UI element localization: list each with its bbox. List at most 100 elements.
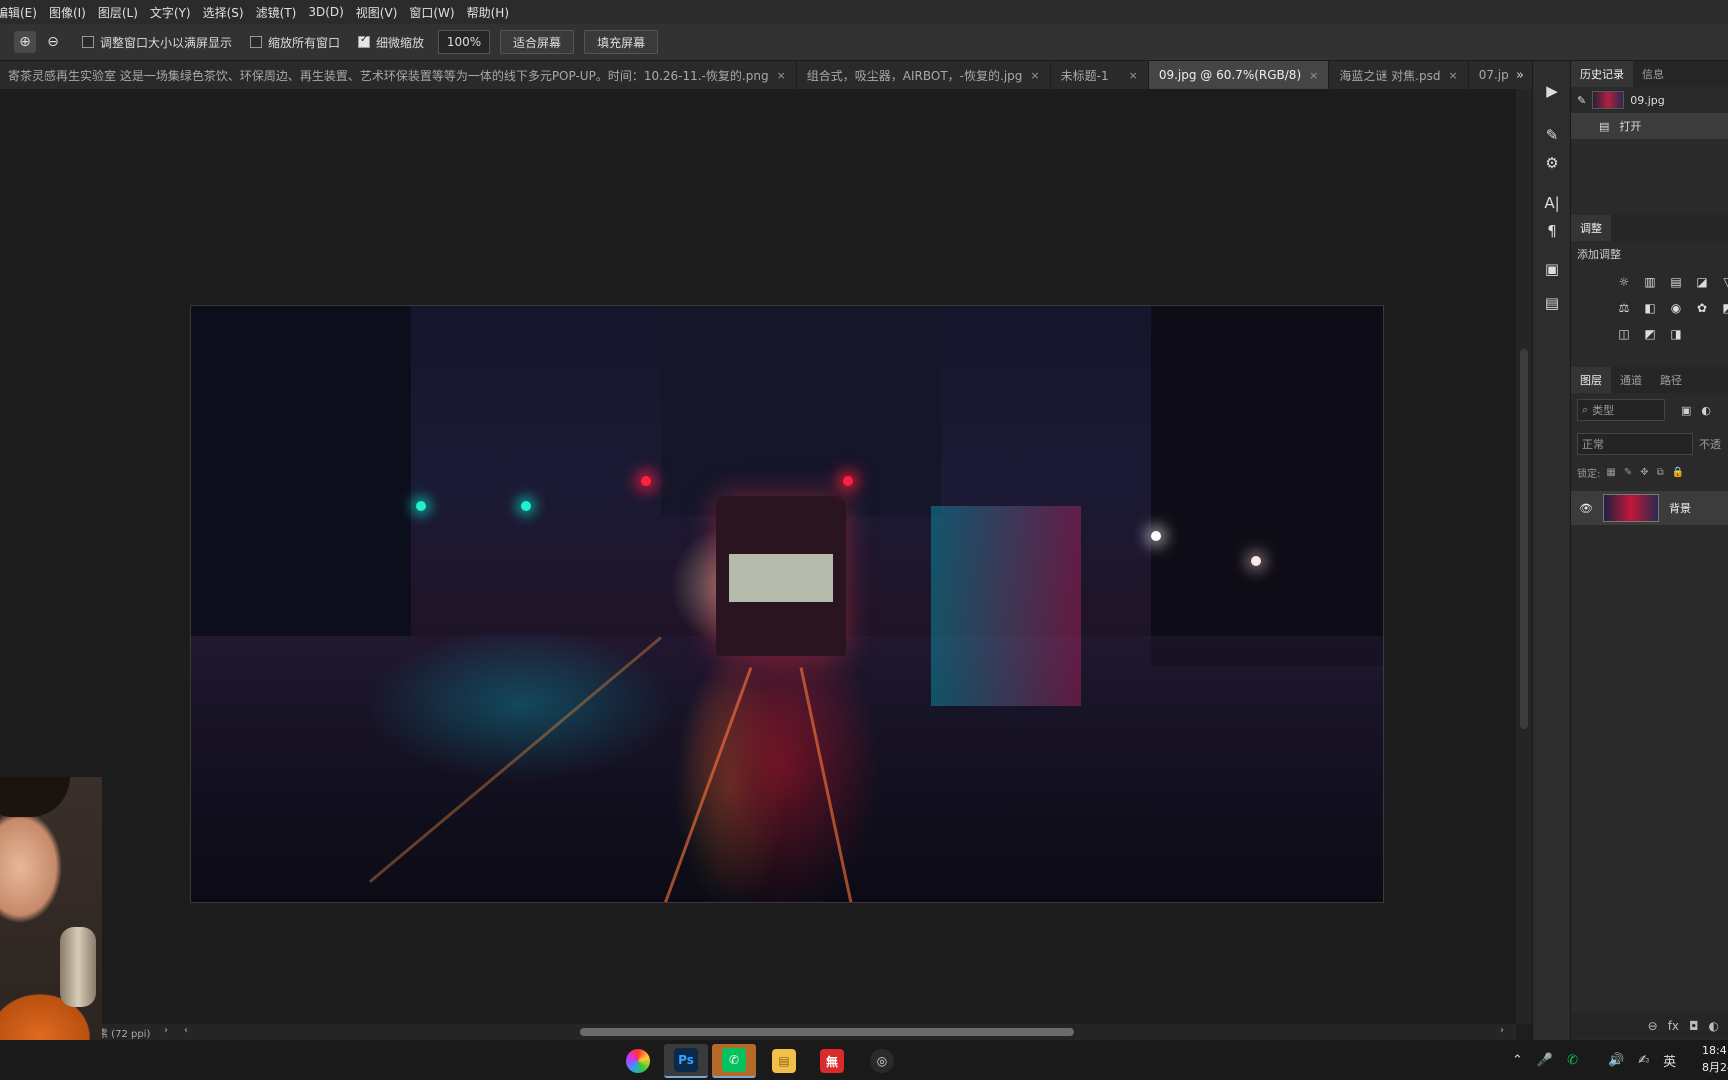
wechat-tray-icon[interactable]: ✆: [1567, 1053, 1578, 1068]
lock-transparent-icon[interactable]: ▦: [1606, 467, 1615, 478]
tab-info[interactable]: 信息: [1633, 61, 1673, 87]
close-icon[interactable]: ×: [1309, 69, 1318, 82]
taskbar-netease[interactable]: 無: [810, 1044, 854, 1078]
black-white-icon[interactable]: ◧: [1641, 299, 1659, 317]
opacity-label: 不透: [1699, 438, 1721, 451]
tab-history[interactable]: 历史记录: [1571, 61, 1633, 87]
volume-icon[interactable]: 🔊: [1608, 1053, 1624, 1068]
scroll-left-icon[interactable]: ‹: [184, 1025, 188, 1036]
play-action-icon[interactable]: ▶: [1533, 79, 1571, 103]
blend-mode-value: 正常: [1582, 438, 1604, 451]
photo-filter-icon[interactable]: ◉: [1667, 299, 1685, 317]
image-filter-icon[interactable]: ▣: [1681, 404, 1691, 417]
lock-all-icon[interactable]: 🔒: [1672, 467, 1684, 478]
character-icon[interactable]: A|: [1533, 191, 1571, 215]
fill-screen-button[interactable]: 填充屏幕: [584, 30, 659, 54]
brush-settings-icon[interactable]: ✎: [1533, 123, 1571, 147]
taskbar-wechat[interactable]: ✆: [712, 1044, 756, 1078]
adjustment-filter-icon[interactable]: ◐: [1701, 404, 1711, 417]
libraries-icon[interactable]: ▤: [1533, 291, 1571, 315]
swatches-icon[interactable]: ▣: [1533, 257, 1571, 281]
pen-icon[interactable]: ✍: [1638, 1053, 1649, 1068]
tab-channels[interactable]: 通道: [1611, 367, 1651, 393]
document-image[interactable]: [190, 305, 1384, 903]
taskbar-color-app[interactable]: [616, 1044, 660, 1078]
tab-layers[interactable]: 图层: [1571, 367, 1611, 393]
clock[interactable]: 18:4 8月24: [1702, 1042, 1728, 1076]
menu-type[interactable]: 文字(Y): [144, 4, 197, 21]
tab-document-active[interactable]: 09.jpg @ 60.7%(RGB/8) ×: [1148, 61, 1330, 89]
tab-paths[interactable]: 路径: [1651, 367, 1691, 393]
selective-color-icon[interactable]: ◨: [1667, 325, 1685, 343]
taskbar-photoshop[interactable]: Ps: [664, 1044, 708, 1078]
close-icon[interactable]: ×: [1448, 69, 1457, 82]
zoom-percent-field[interactable]: 100%: [438, 30, 491, 54]
vertical-scrollbar[interactable]: [1516, 89, 1532, 1024]
lock-artboard-icon[interactable]: ⧉: [1657, 467, 1664, 478]
microphone-icon[interactable]: 🎤: [1537, 1053, 1553, 1068]
layer-row-background[interactable]: 👁 背景: [1571, 491, 1728, 525]
fx-icon[interactable]: fx: [1668, 1019, 1679, 1033]
vibrance-icon[interactable]: ▽: [1719, 273, 1728, 291]
input-method-indicator[interactable]: 英: [1663, 1051, 1676, 1070]
channel-mixer-icon[interactable]: ✿: [1693, 299, 1711, 317]
history-item[interactable]: ▤ 打开: [1571, 113, 1728, 139]
threshold-icon[interactable]: ◫: [1615, 325, 1633, 343]
scrubby-zoom-label: 细微缩放: [376, 35, 425, 50]
history-snapshot[interactable]: ✎ 09.jpg: [1571, 87, 1728, 113]
lock-paint-icon[interactable]: ✎: [1624, 467, 1632, 478]
taskbar-file-explorer[interactable]: ▤: [762, 1044, 806, 1078]
tab-document-3[interactable]: 未标题-1 ×: [1051, 61, 1149, 89]
menu-view[interactable]: 视图(V): [350, 4, 404, 21]
lock-position-icon[interactable]: ✥: [1640, 467, 1648, 478]
folder-icon: ▤: [772, 1049, 796, 1073]
zoom-out-icon[interactable]: ⊖: [42, 31, 64, 53]
resize-windows-checkbox[interactable]: 调整窗口大小以满屏显示: [82, 34, 232, 51]
link-layers-icon[interactable]: ⊖: [1648, 1019, 1658, 1033]
tab-adjustments[interactable]: 调整: [1571, 215, 1611, 241]
close-icon[interactable]: ×: [1129, 69, 1138, 82]
chevron-up-icon[interactable]: ⌃: [1512, 1053, 1523, 1068]
eye-icon[interactable]: 👁: [1579, 502, 1593, 515]
color-balance-icon[interactable]: ⚖: [1615, 299, 1633, 317]
menu-layer[interactable]: 图层(L): [92, 4, 144, 21]
menu-edit[interactable]: 编辑(E): [0, 4, 43, 21]
chevron-right-icon[interactable]: ›: [164, 1025, 168, 1036]
new-adjustment-icon[interactable]: ◐: [1709, 1019, 1719, 1033]
menu-window[interactable]: 窗口(W): [403, 4, 460, 21]
brightness-icon[interactable]: ☼: [1615, 273, 1633, 291]
zoom-in-icon[interactable]: ⊕: [14, 31, 36, 53]
search-icon: ⌕: [1582, 403, 1589, 416]
color-wheel-icon: [626, 1049, 650, 1073]
tab-document-5[interactable]: 海蓝之谜 对焦.psd ×: [1329, 61, 1469, 89]
tab-document-1[interactable]: 寄茶灵感再生实验室 这是一场集绿色茶饮、环保周边、再生装置、艺术环保装置等等为一…: [0, 61, 797, 89]
horizontal-scrollbar-thumb[interactable]: [580, 1028, 1074, 1036]
gradient-map-icon[interactable]: ◩: [1641, 325, 1659, 343]
close-icon[interactable]: ×: [1030, 69, 1039, 82]
levels-icon[interactable]: ▥: [1641, 273, 1659, 291]
zoom-all-checkbox[interactable]: 缩放所有窗口: [250, 34, 340, 51]
menu-filter[interactable]: 滤镜(T): [250, 4, 303, 21]
add-mask-icon[interactable]: ◘: [1689, 1019, 1699, 1033]
paragraph-icon[interactable]: ¶: [1533, 219, 1571, 243]
fit-screen-button[interactable]: 适合屏幕: [500, 30, 575, 54]
layer-filter-row: ⌕ 类型 ▣ ◐: [1571, 393, 1728, 427]
invert-icon[interactable]: ◩: [1719, 299, 1728, 317]
menu-image[interactable]: 图像(I): [43, 4, 92, 21]
layers-bottom-bar: ⊖ fx ◘ ◐: [1571, 1013, 1728, 1039]
exposure-icon[interactable]: ◪: [1693, 273, 1711, 291]
layer-filter-dropdown[interactable]: ⌕ 类型: [1577, 399, 1665, 421]
menu-select[interactable]: 选择(S): [197, 4, 250, 21]
close-icon[interactable]: ×: [777, 69, 786, 82]
menu-3d[interactable]: 3D(D): [302, 5, 349, 19]
scrubby-zoom-checkbox[interactable]: 细微缩放: [358, 34, 424, 51]
tab-overflow-icon[interactable]: »: [1508, 61, 1532, 89]
scroll-right-icon[interactable]: ›: [1500, 1025, 1504, 1036]
menu-help[interactable]: 帮助(H): [461, 4, 515, 21]
taskbar-obs[interactable]: ◎: [860, 1044, 904, 1078]
adjust-sliders-icon[interactable]: ⚙: [1533, 151, 1571, 175]
blend-mode-dropdown[interactable]: 正常: [1577, 433, 1693, 455]
scrollbar-thumb[interactable]: [1520, 349, 1528, 729]
curves-icon[interactable]: ▤: [1667, 273, 1685, 291]
tab-document-2[interactable]: 组合式，吸尘器，AIRBOT，-恢复的.jpg ×: [797, 61, 1051, 89]
